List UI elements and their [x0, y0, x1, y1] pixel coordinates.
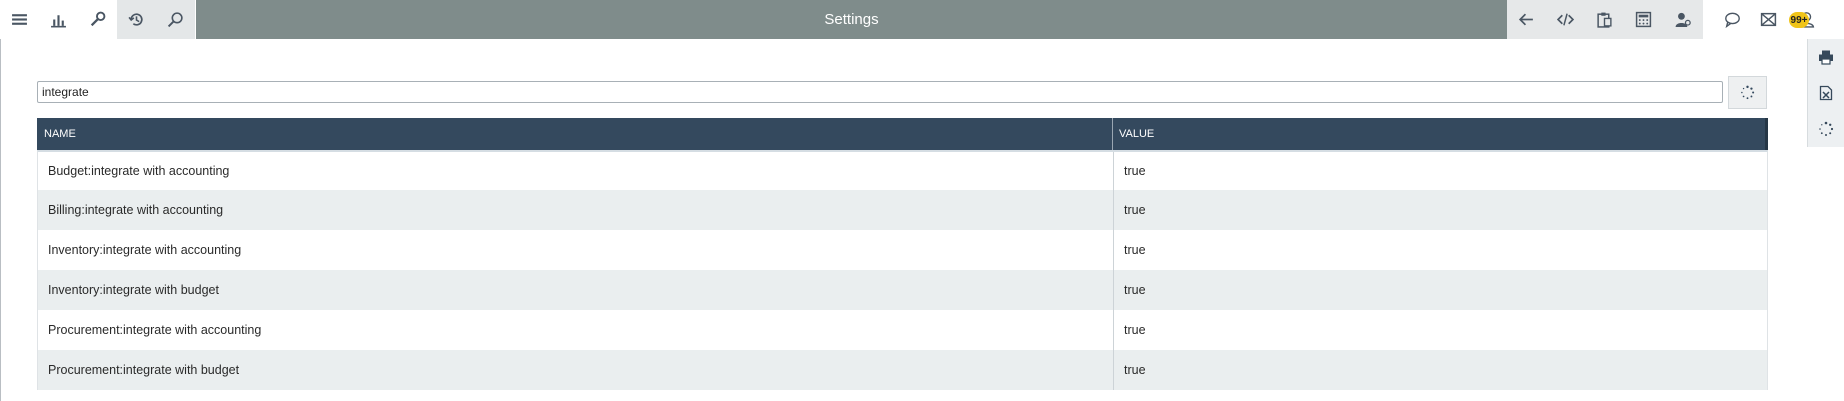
toolbar-far	[1703, 0, 1844, 39]
notification-badge[interactable]: 99+	[1789, 12, 1809, 28]
tools-icon[interactable]	[78, 0, 117, 39]
settings-grid: NAME VALUE Budget:integrate with account…	[37, 118, 1768, 401]
setting-name: Inventory:integrate with budget	[38, 270, 1114, 310]
side-toolbar	[1807, 39, 1844, 147]
table-row[interactable]: Inventory:integrate with accounting true	[37, 230, 1768, 270]
search-icon[interactable]	[156, 0, 195, 39]
table-row[interactable]: Procurement:integrate with accounting tr…	[37, 310, 1768, 350]
chart-icon[interactable]	[39, 0, 78, 39]
setting-value[interactable]: true	[1114, 310, 1767, 350]
setting-name: Inventory:integrate with accounting	[38, 230, 1114, 270]
table-row[interactable]: Billing:integrate with accounting true	[37, 190, 1768, 230]
setting-name: Procurement:integrate with accounting	[38, 310, 1114, 350]
menu-icon[interactable]	[0, 0, 39, 39]
toolbar-right	[1507, 0, 1703, 39]
column-header-value[interactable]: VALUE	[1113, 118, 1768, 150]
refresh-icon[interactable]	[1808, 111, 1844, 147]
calculator-icon[interactable]	[1624, 0, 1663, 39]
user-settings-icon[interactable]	[1663, 0, 1702, 39]
grid-header: NAME VALUE	[37, 118, 1768, 150]
toolbar-left	[0, 0, 196, 39]
chat-icon[interactable]	[1713, 0, 1752, 39]
clipboard-icon[interactable]	[1585, 0, 1624, 39]
refresh-button[interactable]	[1728, 76, 1767, 109]
history-icon[interactable]	[117, 0, 156, 39]
search-input[interactable]	[37, 81, 1723, 103]
loading-icon	[1741, 85, 1755, 100]
setting-value[interactable]: true	[1114, 152, 1767, 190]
left-border	[0, 39, 1, 401]
setting-name: Procurement:integrate with budget	[38, 350, 1114, 390]
column-header-name[interactable]: NAME	[37, 118, 1113, 150]
setting-value[interactable]: true	[1114, 190, 1767, 230]
setting-value[interactable]: true	[1114, 230, 1767, 270]
setting-value[interactable]: true	[1114, 350, 1767, 390]
table-row[interactable]: Budget:integrate with accounting true	[37, 150, 1768, 190]
page-title: Settings	[196, 0, 1507, 39]
table-row[interactable]: Procurement:integrate with budget true	[37, 350, 1768, 390]
setting-name: Budget:integrate with accounting	[38, 152, 1114, 190]
setting-name: Billing:integrate with accounting	[38, 190, 1114, 230]
back-icon[interactable]	[1507, 0, 1546, 39]
table-row[interactable]: Inventory:integrate with budget true	[37, 270, 1768, 310]
mail-icon[interactable]	[1753, 0, 1783, 39]
print-icon[interactable]	[1808, 39, 1844, 75]
top-toolbar: Settings 99+	[0, 0, 1844, 39]
setting-value[interactable]: true	[1114, 270, 1767, 310]
code-icon[interactable]	[1546, 0, 1585, 39]
excel-icon[interactable]	[1808, 75, 1844, 111]
